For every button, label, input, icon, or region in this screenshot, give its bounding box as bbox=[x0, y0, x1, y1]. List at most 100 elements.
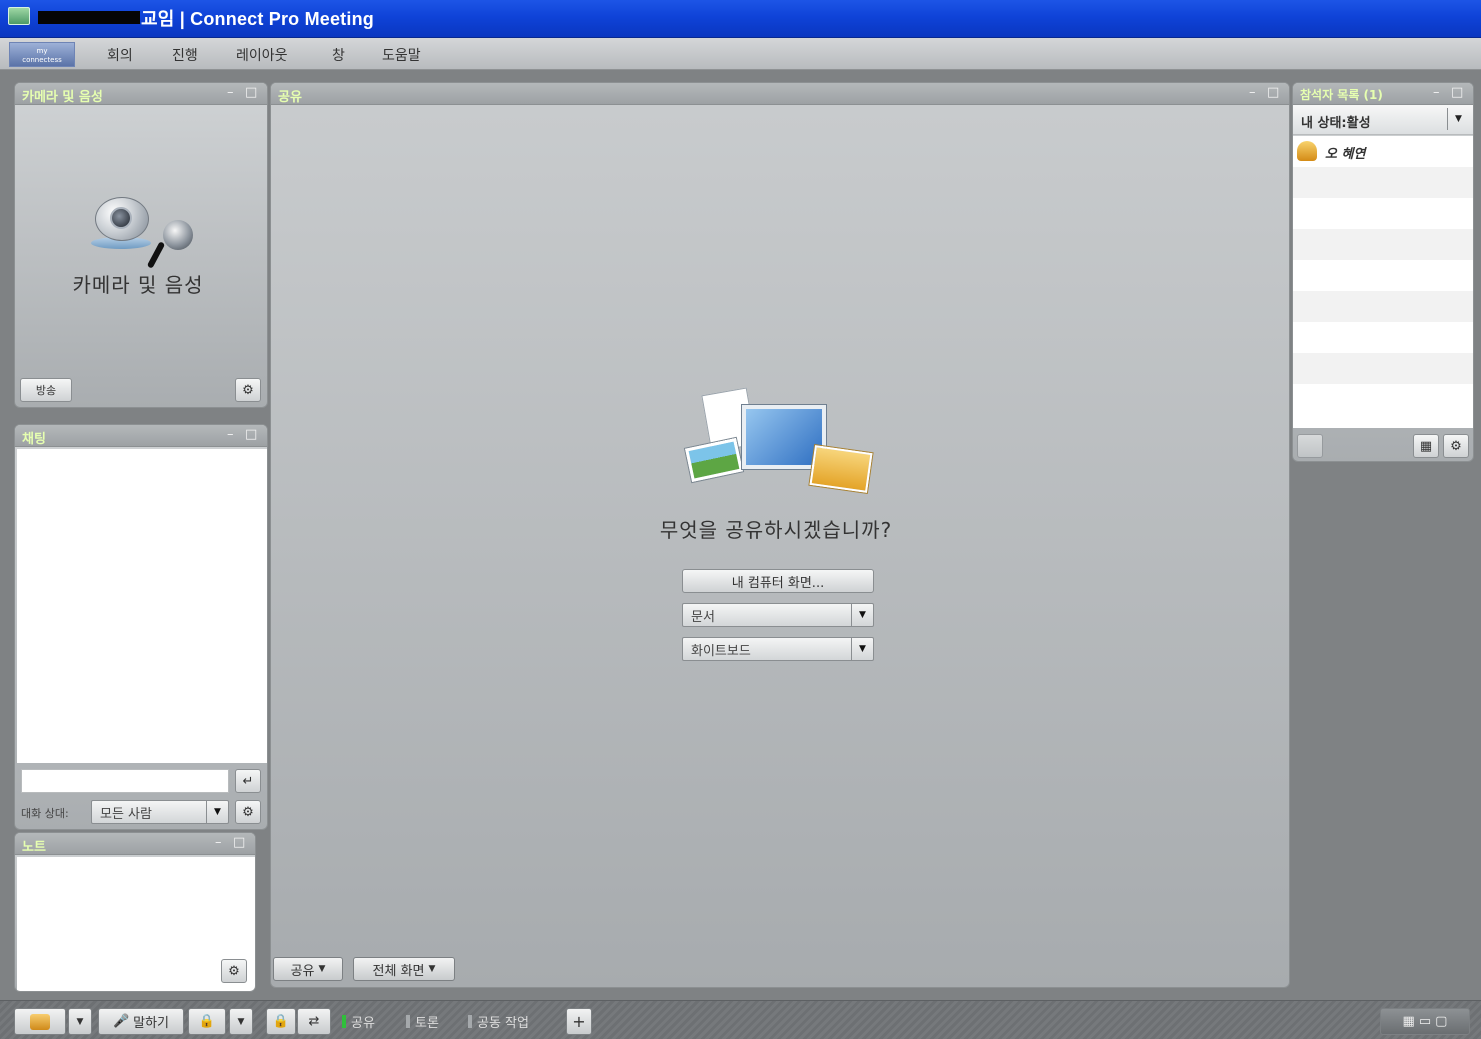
chevron-down-icon: ▼ bbox=[237, 1016, 245, 1027]
sync-button[interactable]: ⇄ bbox=[297, 1008, 331, 1035]
attendee-row[interactable]: 오 혜연 bbox=[1293, 136, 1473, 167]
grid-view-button[interactable]: ▦ bbox=[1413, 434, 1439, 458]
pod-options-button[interactable]: ⚙ bbox=[221, 959, 247, 983]
tab-label: 공유 bbox=[351, 1016, 375, 1031]
gear-icon: ⚙ bbox=[242, 382, 254, 398]
menu-progress[interactable]: 진행 bbox=[172, 45, 198, 65]
tab-share[interactable]: 공유 bbox=[336, 1008, 381, 1035]
attendee-list-pod: 참석자 목록 (1) – □ 내 상태:활성 ▼ 오 혜연 ▦ ⚙ bbox=[1292, 82, 1474, 462]
talk-button-label: 말하기 bbox=[133, 1016, 170, 1031]
sync-icon: ⇄ bbox=[308, 1014, 320, 1029]
grid-icon[interactable]: ▦ bbox=[1403, 1014, 1415, 1029]
share-menu-button[interactable]: 공유 ▼ bbox=[273, 957, 343, 981]
notes-pod: 노트 – □ ⚙ bbox=[14, 832, 256, 992]
chevron-down-icon: ▼ bbox=[206, 801, 228, 823]
pod-title: 카메라 및 음성 bbox=[22, 90, 103, 105]
window-icon[interactable]: ▢ bbox=[1435, 1014, 1447, 1029]
pod-title: 공유 bbox=[278, 90, 302, 105]
grid-icon: ▦ bbox=[1419, 438, 1433, 454]
send-button[interactable]: ↵ bbox=[235, 769, 261, 793]
maximize-icon[interactable]: □ bbox=[233, 835, 245, 850]
active-indicator bbox=[342, 1015, 346, 1028]
window-title: 교임 | Connect Pro Meeting bbox=[141, 9, 374, 29]
attendee-row-empty bbox=[1293, 353, 1473, 384]
maximize-icon[interactable]: □ bbox=[1451, 85, 1463, 100]
chevron-down-icon[interactable]: ▼ bbox=[1447, 108, 1469, 130]
attendee-action-button[interactable] bbox=[1297, 434, 1323, 458]
pod-options-button[interactable]: ⚙ bbox=[1443, 434, 1469, 458]
recipient-select[interactable]: 모든 사람 ▼ bbox=[91, 800, 229, 824]
pod-title: 참석자 목록 (1) bbox=[1300, 88, 1383, 102]
chat-pod: 채팅 – □ ↵ 대화 상대: 모든 사람 ▼ ⚙ bbox=[14, 424, 268, 830]
camera-voice-label: 카메라 및 음성 bbox=[72, 273, 204, 297]
maximize-icon[interactable]: □ bbox=[245, 427, 257, 442]
user-status-icon bbox=[30, 1013, 50, 1030]
pod-header: 노트 – □ bbox=[15, 833, 255, 855]
pod-header: 참석자 목록 (1) – □ bbox=[1293, 83, 1473, 105]
connect-logo: my connectess bbox=[9, 42, 75, 67]
menu-bar: my connectess 회의 진행 레이아웃 창 도움말 bbox=[0, 38, 1481, 70]
pod-header: 공유 – □ bbox=[271, 83, 1289, 105]
chevron-down-icon: ▼ bbox=[851, 604, 873, 626]
chevron-down-icon: ▼ bbox=[851, 638, 873, 660]
menu-window[interactable]: 창 bbox=[332, 45, 345, 65]
image-icon bbox=[685, 437, 743, 483]
lock-menu-button[interactable]: ▼ bbox=[229, 1008, 253, 1035]
chevron-down-icon: ▼ bbox=[76, 1016, 84, 1027]
share-document-select[interactable]: 문서 ▼ bbox=[682, 603, 874, 627]
share-my-screen-button[interactable]: 내 컴퓨터 화면... bbox=[682, 569, 874, 593]
share-whiteboard-select[interactable]: 화이트보드 ▼ bbox=[682, 637, 874, 661]
broadcast-button[interactable]: 방송 bbox=[20, 378, 72, 402]
whiteboard-icon bbox=[809, 445, 873, 493]
attendee-row-empty bbox=[1293, 322, 1473, 353]
layout-lock-button[interactable]: 🔒 bbox=[266, 1008, 296, 1035]
message-to-label: 대화 상대: bbox=[21, 807, 69, 820]
minimize-icon[interactable]: – bbox=[227, 85, 234, 100]
maximize-icon[interactable]: □ bbox=[245, 85, 257, 100]
notes-area[interactable] bbox=[17, 857, 255, 991]
lock-button[interactable]: 🔒 bbox=[188, 1008, 226, 1035]
my-status-bar[interactable]: 내 상태:활성 ▼ bbox=[1293, 105, 1473, 135]
status-button[interactable] bbox=[14, 1008, 66, 1035]
minimize-icon[interactable]: – bbox=[1249, 85, 1256, 100]
chat-input[interactable] bbox=[21, 769, 229, 793]
add-layout-button[interactable]: + bbox=[566, 1008, 592, 1035]
maximize-icon[interactable]: □ bbox=[1267, 85, 1279, 100]
fullscreen-label: 전체 화면 bbox=[372, 963, 425, 979]
minimize-icon[interactable]: – bbox=[215, 835, 222, 850]
microphone-icon: 🎤 bbox=[112, 1014, 130, 1029]
menu-meeting[interactable]: 회의 bbox=[107, 45, 133, 65]
webcam-lens bbox=[110, 207, 132, 229]
pod-header: 카메라 및 음성 – □ bbox=[15, 83, 267, 105]
menu-help[interactable]: 도움말 bbox=[382, 45, 421, 65]
attendee-row-empty bbox=[1293, 260, 1473, 291]
minimize-icon[interactable]: – bbox=[1433, 85, 1440, 100]
gear-icon: ⚙ bbox=[242, 804, 254, 820]
bottom-toolbar: ▼ 🎤 말하기 🔒 ▼ 🔒 ⇄ 공유 토론 공동 작업 + ▦ ▭ ▢ bbox=[0, 1000, 1481, 1039]
tab-collaboration[interactable]: 공동 작업 bbox=[462, 1008, 535, 1035]
gear-icon: ⚙ bbox=[1450, 438, 1462, 454]
fullscreen-button[interactable]: 전체 화면 ▼ bbox=[353, 957, 455, 981]
chat-messages bbox=[17, 449, 267, 763]
talk-button[interactable]: 🎤 말하기 bbox=[98, 1008, 184, 1035]
attendee-row-empty bbox=[1293, 384, 1473, 428]
view-mode-buttons[interactable]: ▦ ▭ ▢ bbox=[1380, 1008, 1470, 1035]
tab-label: 공동 작업 bbox=[477, 1016, 529, 1031]
enter-icon: ↵ bbox=[242, 773, 254, 789]
gear-icon: ⚙ bbox=[228, 963, 240, 979]
pod-title: 노트 bbox=[22, 840, 46, 855]
chat-bubble-icon[interactable]: ▭ bbox=[1419, 1014, 1431, 1029]
status-menu-button[interactable]: ▼ bbox=[68, 1008, 92, 1035]
document-select-label: 문서 bbox=[691, 609, 715, 625]
tab-discussion[interactable]: 토론 bbox=[400, 1008, 445, 1035]
host-user-icon bbox=[1297, 141, 1317, 161]
app-icon[interactable] bbox=[8, 7, 30, 25]
microphone-handle bbox=[146, 241, 166, 269]
pod-options-button[interactable]: ⚙ bbox=[235, 378, 261, 402]
tab-label: 토론 bbox=[415, 1016, 439, 1031]
minimize-icon[interactable]: – bbox=[227, 427, 234, 442]
share-prompt: 무엇을 공유하시겠습니까? bbox=[659, 518, 893, 542]
menu-layout[interactable]: 레이아웃 bbox=[236, 45, 288, 65]
logo-line-2: connectess bbox=[22, 56, 62, 64]
pod-options-button[interactable]: ⚙ bbox=[235, 800, 261, 824]
